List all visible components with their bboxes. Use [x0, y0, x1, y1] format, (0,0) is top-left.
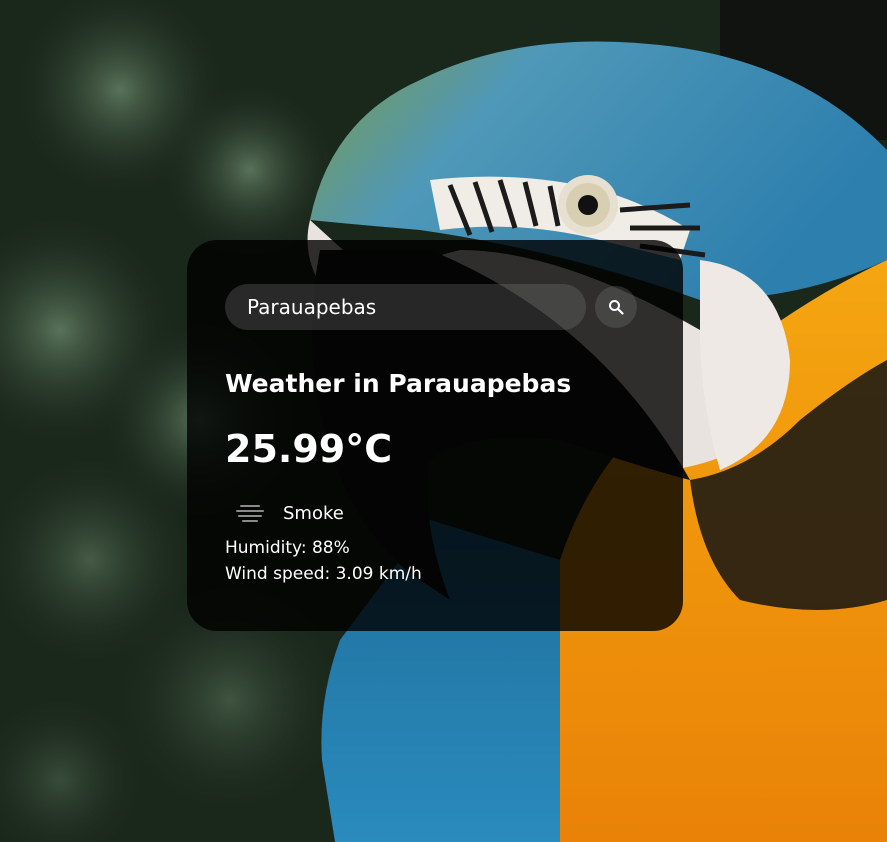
weather-card: Weather in Parauapebas 25.99°C Smoke Hum…	[187, 240, 683, 631]
search-icon	[609, 300, 624, 315]
wind-speed-text: Wind speed: 3.09 km/h	[225, 564, 422, 584]
humidity-text: Humidity: 88%	[225, 538, 350, 558]
weather-description: Smoke	[283, 502, 344, 524]
temperature: 25.99°C	[225, 427, 393, 471]
city-heading: Weather in Parauapebas	[225, 369, 572, 398]
condition-row: Smoke	[225, 493, 645, 533]
smoke-haze-icon	[225, 493, 275, 533]
search-input[interactable]	[225, 284, 586, 330]
search-bar	[225, 284, 645, 330]
search-button[interactable]	[595, 286, 637, 328]
